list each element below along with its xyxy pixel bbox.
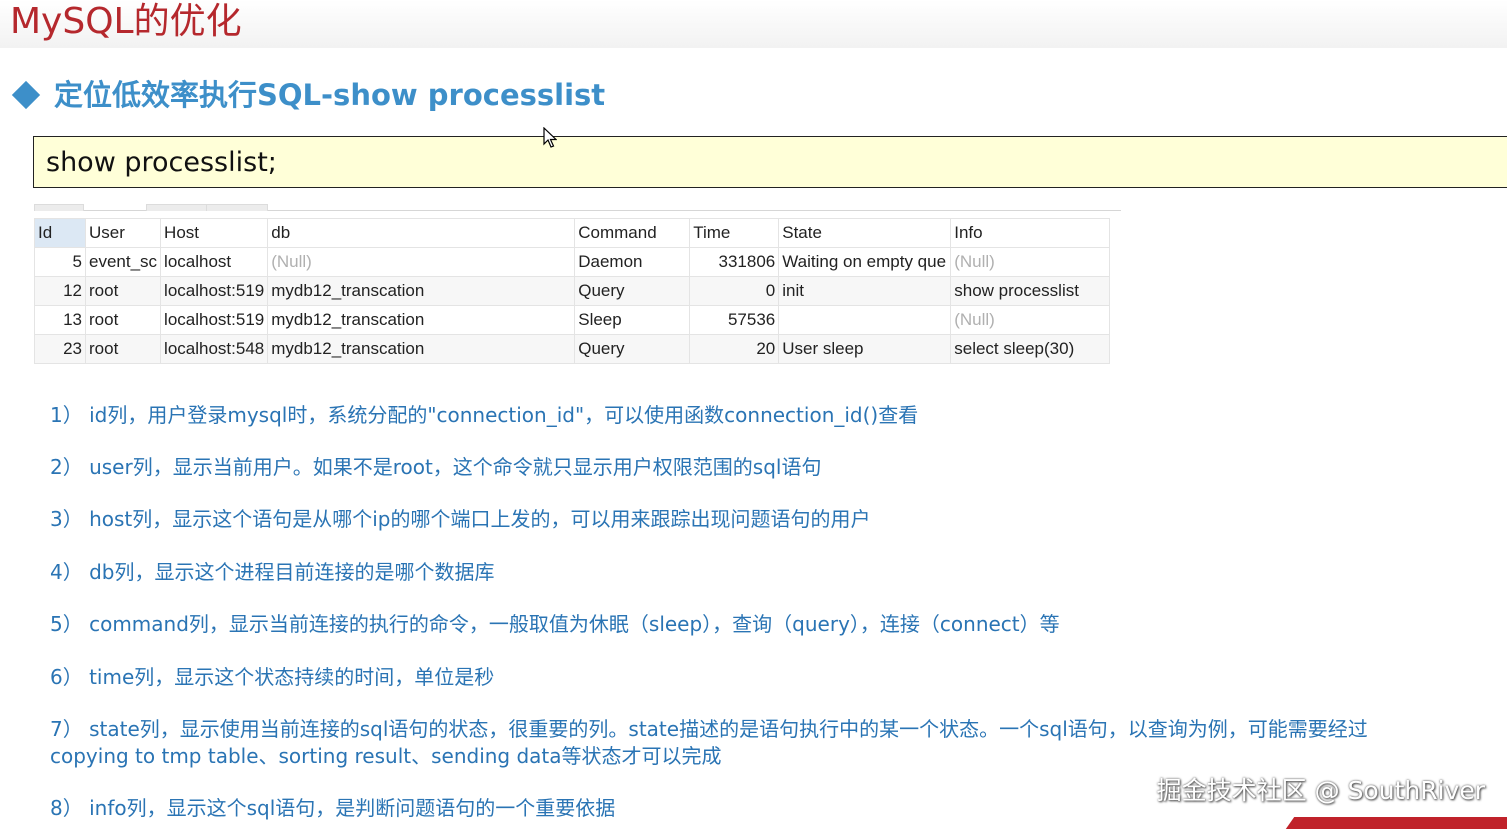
cell-user[interactable]: root	[84, 334, 162, 364]
cell-info[interactable]: (Null)	[950, 247, 1111, 277]
cell-state[interactable]: init	[778, 276, 952, 306]
cell-info[interactable]: (Null)	[950, 305, 1111, 335]
table-row[interactable]: 5 event_sc localhost (Null) Daemon 33180…	[34, 247, 1111, 277]
section-heading: 定位低效率执行SQL-show processlist	[11, 72, 606, 118]
cell-id[interactable]: 13	[34, 305, 86, 335]
diamond-bullet-icon	[11, 80, 41, 110]
cell-command[interactable]: Query	[574, 276, 691, 306]
result-tab[interactable]	[146, 204, 208, 211]
cell-id[interactable]: 23	[34, 334, 86, 364]
note-host-column: 3） host列，显示这个语句是从哪个ip的哪个端口上发的，可以用来跟踪出现问题…	[50, 507, 871, 531]
cell-user[interactable]: root	[84, 305, 162, 335]
cell-state[interactable]	[778, 305, 952, 335]
cell-info[interactable]: show processlist	[950, 276, 1111, 306]
column-header-time[interactable]: Time	[689, 218, 780, 248]
cell-command[interactable]: Daemon	[574, 247, 691, 277]
cell-state[interactable]: User sleep	[778, 334, 952, 364]
result-tab[interactable]	[206, 204, 268, 211]
cell-time[interactable]: 331806	[689, 247, 780, 277]
table-row[interactable]: 12 root localhost:519 mydb12_transcation…	[34, 276, 1111, 306]
note-id-column: 1） id列，用户登录mysql时，系统分配的"connection_id"，可…	[50, 403, 919, 427]
column-header-state[interactable]: State	[778, 218, 952, 248]
note-user-column: 2） user列，显示当前用户。如果不是root，这个命令就只显示用户权限范围的…	[50, 455, 822, 479]
cell-command[interactable]: Query	[574, 334, 691, 364]
grid-header-row: Id User Host db Command Time State Info	[34, 218, 1111, 248]
note-info-column: 8） info列，显示这个sql语句，是判断问题语句的一个重要依据	[50, 796, 616, 820]
cell-db[interactable]: mydb12_transcation	[267, 276, 576, 306]
cell-user[interactable]: root	[84, 276, 162, 306]
sql-command-box: show processlist;	[33, 136, 1507, 188]
cell-state[interactable]: Waiting on empty que	[778, 247, 952, 277]
section-heading-text: 定位低效率执行SQL-show processlist	[54, 78, 606, 112]
note-db-column: 4） db列，显示这个进程目前连接的是哪个数据库	[50, 560, 495, 584]
note-state-column: 7） state列，显示使用当前连接的sql语句的状态，很重要的列。state描…	[50, 717, 1368, 741]
table-row[interactable]: 13 root localhost:519 mydb12_transcation…	[34, 305, 1111, 335]
watermark: 掘金技术社区 @ SouthRiver	[1156, 776, 1485, 805]
cell-db[interactable]: mydb12_transcation	[267, 334, 576, 364]
sql-command-text: show processlist;	[46, 147, 277, 178]
result-tab[interactable]	[34, 204, 84, 211]
note-time-column: 6） time列，显示这个状态持续的时间，单位是秒	[50, 665, 495, 689]
cell-host[interactable]: localhost	[160, 247, 269, 277]
column-header-user[interactable]: User	[84, 218, 162, 248]
column-header-db[interactable]: db	[267, 218, 576, 248]
cell-db[interactable]: mydb12_transcation	[267, 305, 576, 335]
cell-id[interactable]: 12	[34, 276, 86, 306]
processlist-result-grid: Id User Host db Command Time State Info …	[34, 218, 1111, 364]
table-row[interactable]: 23 root localhost:548 mydb12_transcation…	[34, 334, 1111, 364]
cell-db[interactable]: (Null)	[267, 247, 576, 277]
cell-time[interactable]: 0	[689, 276, 780, 306]
mouse-pointer-icon	[543, 127, 557, 148]
cell-time[interactable]: 20	[689, 334, 780, 364]
cell-command[interactable]: Sleep	[574, 305, 691, 335]
column-header-id[interactable]: Id	[34, 218, 86, 248]
slide-title: MySQL的优化	[10, 1, 242, 42]
decorative-corner	[1285, 817, 1507, 829]
cell-host[interactable]: localhost:519	[160, 305, 269, 335]
cell-info[interactable]: select sleep(30)	[950, 334, 1111, 364]
column-header-command[interactable]: Command	[574, 218, 691, 248]
note-command-column: 5） command列，显示当前连接的执行的命令，一般取值为休眠（sleep），…	[50, 612, 1060, 636]
cell-host[interactable]: localhost:548	[160, 334, 269, 364]
cell-user[interactable]: event_sc	[84, 247, 162, 277]
cell-host[interactable]: localhost:519	[160, 276, 269, 306]
cell-id[interactable]: 5	[34, 247, 86, 277]
note-state-column-continued: copying to tmp table、sorting result、send…	[50, 744, 722, 768]
cell-time[interactable]: 57536	[689, 305, 780, 335]
column-header-info[interactable]: Info	[950, 218, 1111, 248]
column-header-host[interactable]: Host	[160, 218, 269, 248]
